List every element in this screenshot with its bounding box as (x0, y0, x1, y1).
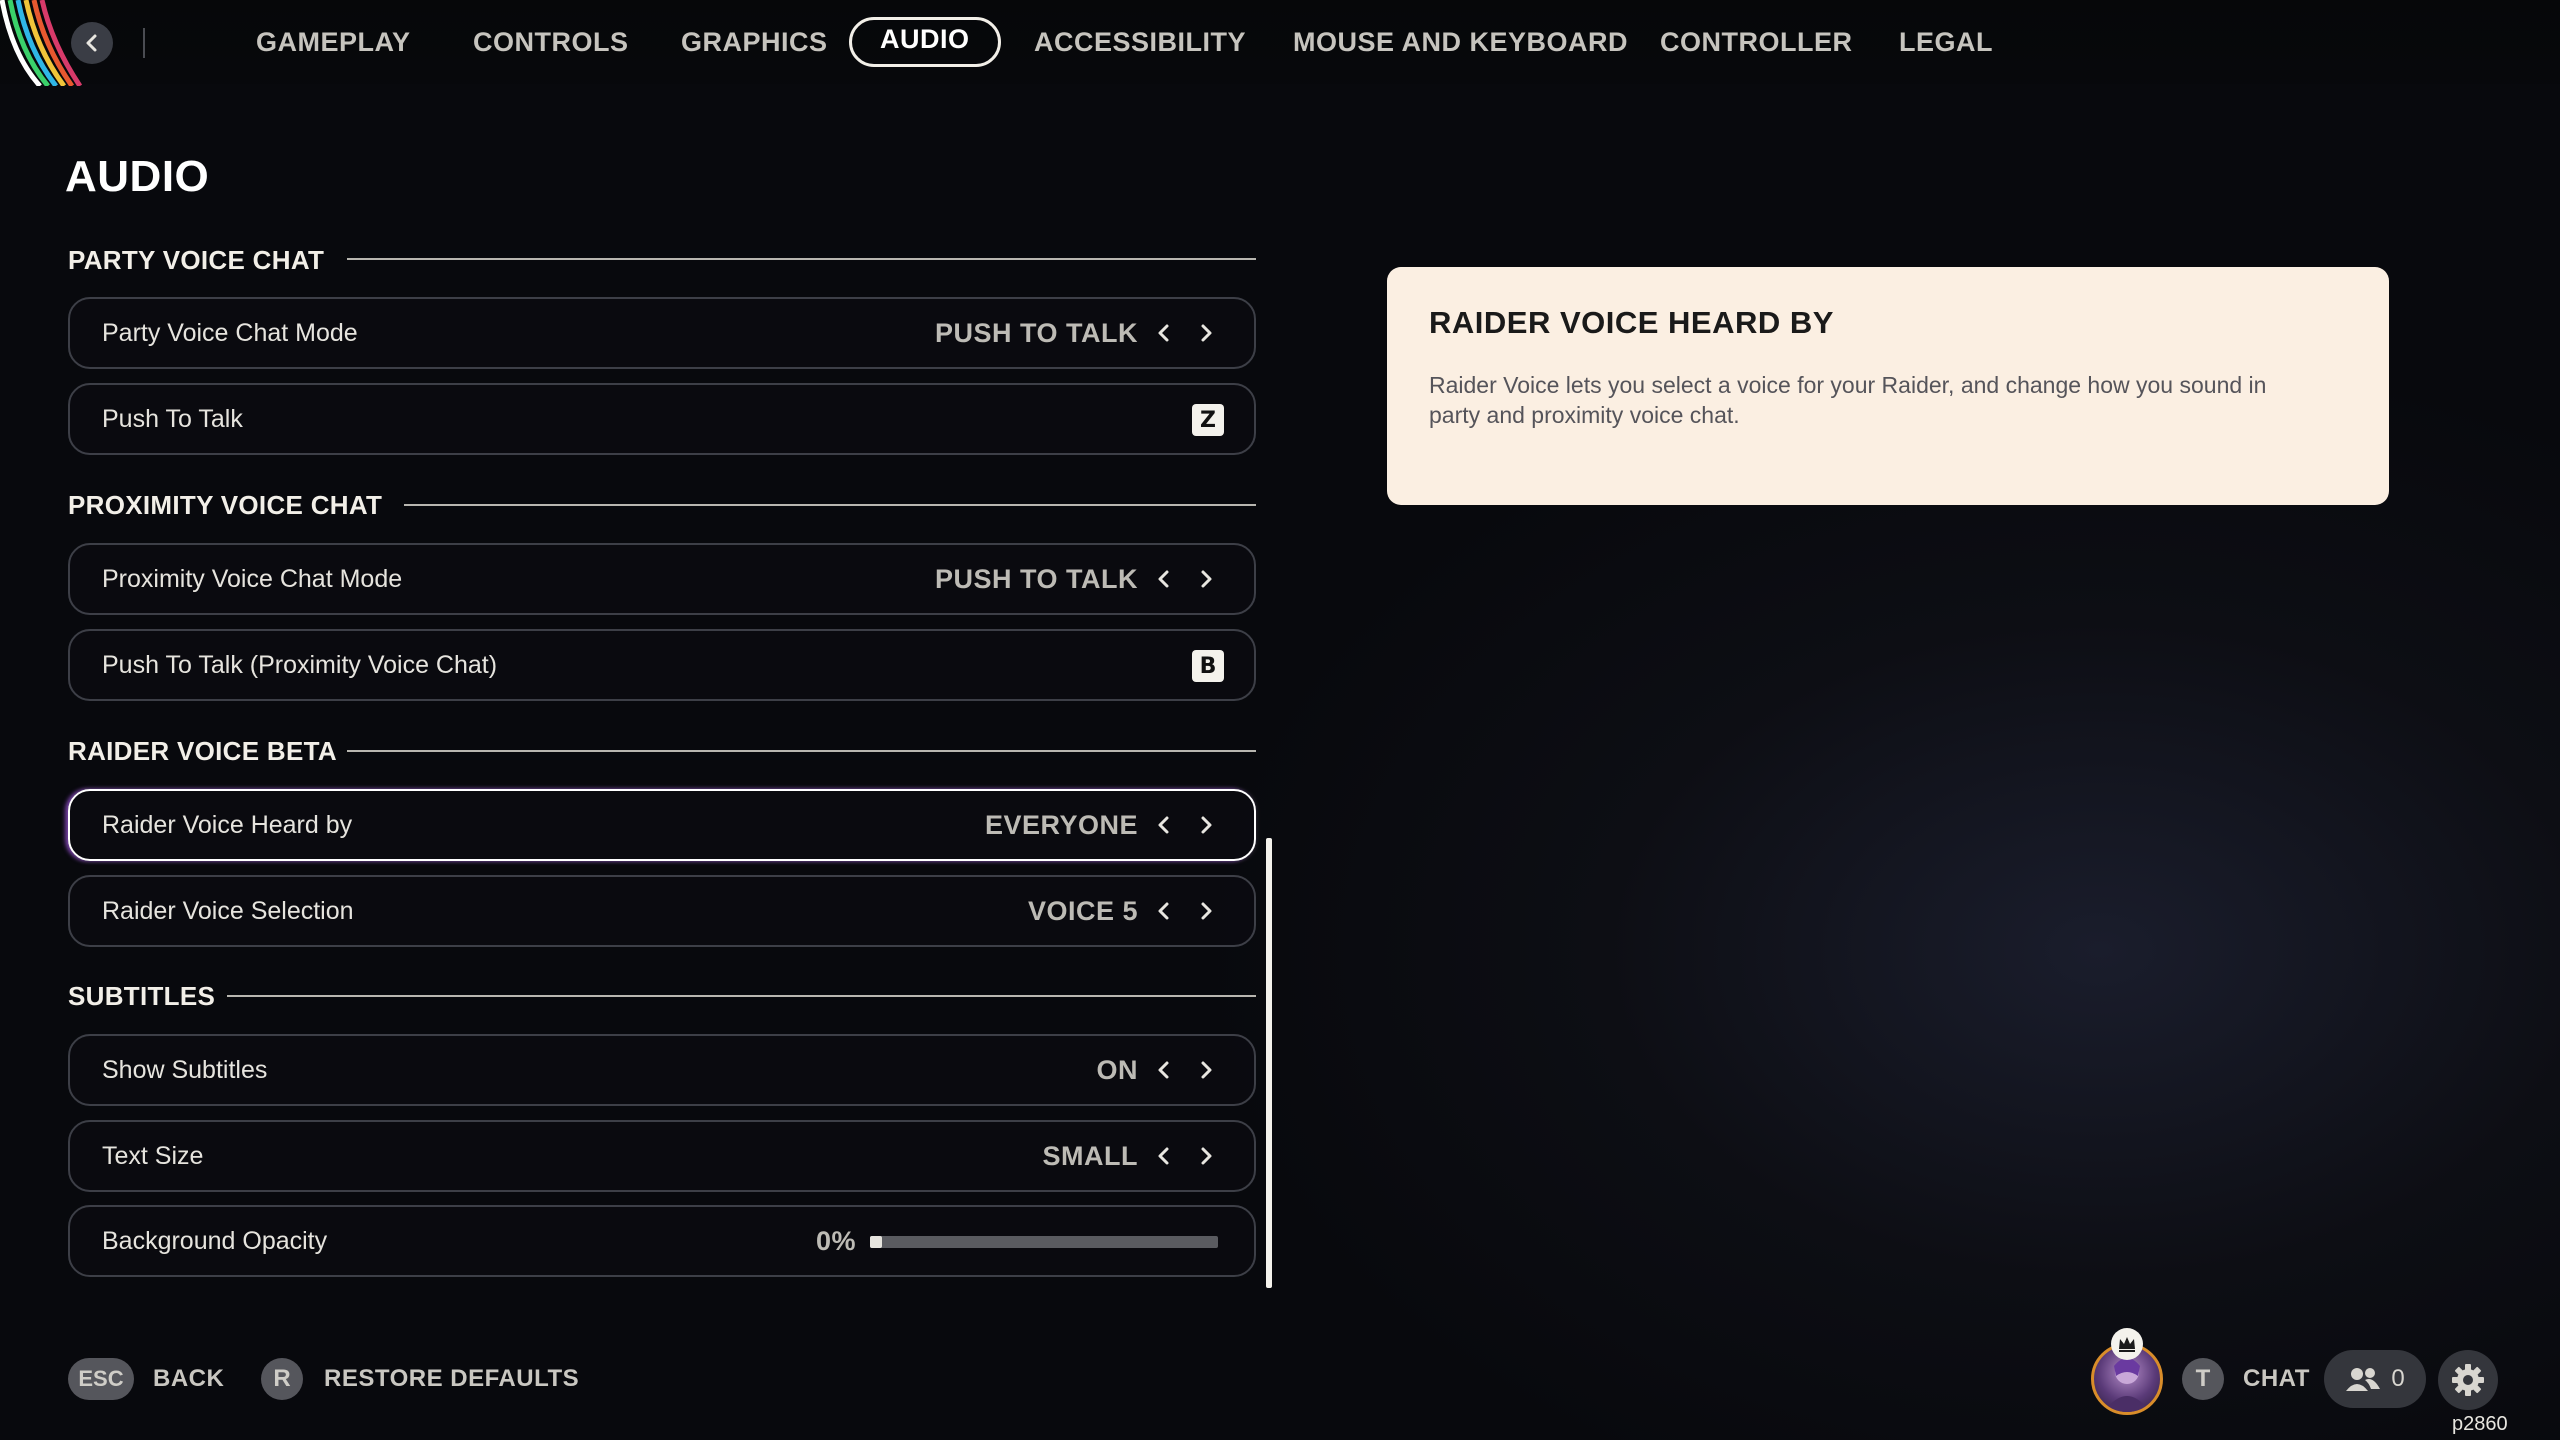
tab-accessibility[interactable]: ACCESSIBILITY (1034, 20, 1246, 64)
esc-key-badge[interactable]: ESC (68, 1358, 134, 1400)
chevron-left-icon[interactable] (1152, 1058, 1176, 1082)
friends-count: 0 (2391, 1365, 2405, 1392)
setting-value: PUSH TO TALK (934, 564, 1138, 594)
setting-label: Party Voice Chat Mode (102, 319, 358, 347)
setting-label: Proximity Voice Chat Mode (102, 565, 403, 593)
back-button[interactable] (71, 22, 113, 64)
chevron-right-icon[interactable] (1194, 813, 1218, 837)
page-title: AUDIO (65, 152, 210, 201)
setting-label: Text Size (102, 1142, 204, 1170)
settings-scrollbar[interactable] (1266, 838, 1272, 1288)
setting-value: PUSH TO TALK (934, 318, 1138, 348)
section-heading-raider-voice-beta: RAIDER VOICE BETA (68, 735, 337, 766)
tab-gameplay[interactable]: GAMEPLAY (256, 20, 411, 64)
setting-label: Show Subtitles (102, 1056, 268, 1084)
chevron-left-icon[interactable] (1152, 567, 1176, 591)
chevron-right-icon[interactable] (1194, 321, 1218, 345)
setting-row-proximity-voice-chat-mode[interactable]: Proximity Voice Chat Mode PUSH TO TALK (68, 543, 1256, 615)
crown-icon (2111, 1328, 2143, 1360)
setting-row-push-to-talk-proximity[interactable]: Push To Talk (Proximity Voice Chat) B (68, 629, 1256, 701)
chevron-right-icon[interactable] (1194, 899, 1218, 923)
section-divider (347, 258, 1256, 260)
chevron-right-icon[interactable] (1194, 1144, 1218, 1168)
tab-controls[interactable]: CONTROLS (473, 20, 629, 64)
t-key-badge[interactable]: T (2182, 1358, 2224, 1400)
top-navigation-bar: GAMEPLAY CONTROLS GRAPHICS AUDIO ACCESSI… (0, 0, 2560, 86)
setting-row-party-voice-chat-mode[interactable]: Party Voice Chat Mode PUSH TO TALK (68, 297, 1256, 369)
section-heading-subtitles: SUBTITLES (68, 980, 216, 1011)
chevron-left-icon[interactable] (1152, 321, 1176, 345)
tab-mouse-and-keyboard[interactable]: MOUSE AND KEYBOARD (1293, 20, 1628, 64)
section-divider (404, 504, 1256, 506)
setting-value: ON (1096, 1055, 1138, 1085)
settings-button[interactable] (2438, 1350, 2498, 1410)
build-id: p2860 (2452, 1413, 2508, 1435)
back-label[interactable]: BACK (153, 1358, 224, 1400)
setting-description-panel: RAIDER VOICE HEARD BY Raider Voice lets … (1387, 267, 2389, 505)
setting-row-background-opacity[interactable]: Background Opacity 0% (68, 1205, 1256, 1277)
section-divider (347, 750, 1256, 752)
chat-label[interactable]: CHAT (2243, 1358, 2310, 1400)
setting-label: Background Opacity (102, 1227, 328, 1255)
keybind-badge[interactable]: B (1192, 650, 1224, 682)
friends-button[interactable]: 0 (2324, 1350, 2426, 1408)
tab-audio[interactable]: AUDIO (849, 17, 1001, 67)
chevron-left-icon[interactable] (1152, 813, 1176, 837)
setting-label: Push To Talk (102, 405, 243, 433)
friends-icon (2346, 1368, 2381, 1391)
setting-row-raider-voice-selection[interactable]: Raider Voice Selection VOICE 5 (68, 875, 1256, 947)
setting-row-push-to-talk[interactable]: Push To Talk Z (68, 383, 1256, 455)
chevron-left-icon[interactable] (1152, 1144, 1176, 1168)
chevron-left-icon[interactable] (1152, 899, 1176, 923)
back-arrow-icon (86, 34, 97, 52)
tab-legal[interactable]: LEGAL (1899, 20, 1993, 64)
gear-icon (2452, 1364, 2484, 1396)
setting-value: SMALL (1042, 1141, 1138, 1171)
r-key-badge[interactable]: R (261, 1358, 303, 1400)
slider-value: 0% (815, 1226, 856, 1256)
restore-defaults-label[interactable]: RESTORE DEFAULTS (324, 1358, 579, 1400)
setting-label: Push To Talk (Proximity Voice Chat) (102, 651, 498, 679)
tab-graphics[interactable]: GRAPHICS (681, 20, 828, 64)
setting-label: Raider Voice Selection (102, 897, 354, 925)
section-heading-party-voice-chat: PARTY VOICE CHAT (68, 244, 325, 275)
setting-row-raider-voice-heard-by[interactable]: Raider Voice Heard by EVERYONE (68, 789, 1256, 861)
opacity-slider[interactable] (870, 1236, 1218, 1248)
tab-controller[interactable]: CONTROLLER (1660, 20, 1852, 64)
setting-label: Raider Voice Heard by (102, 811, 353, 839)
setting-row-show-subtitles[interactable]: Show Subtitles ON (68, 1034, 1256, 1106)
setting-value: EVERYONE (984, 810, 1138, 840)
nav-divider (143, 28, 145, 58)
slider-handle[interactable] (870, 1236, 882, 1248)
description-title: RAIDER VOICE HEARD BY (1429, 305, 1834, 340)
description-text: Raider Voice lets you select a voice for… (1429, 372, 2267, 428)
setting-row-text-size[interactable]: Text Size SMALL (68, 1120, 1256, 1192)
keybind-badge[interactable]: Z (1192, 404, 1224, 436)
section-heading-proximity-voice-chat: PROXIMITY VOICE CHAT (68, 489, 383, 520)
chevron-right-icon[interactable] (1194, 1058, 1218, 1082)
setting-value: VOICE 5 (1027, 896, 1138, 926)
section-divider (227, 995, 1256, 997)
chevron-right-icon[interactable] (1194, 567, 1218, 591)
